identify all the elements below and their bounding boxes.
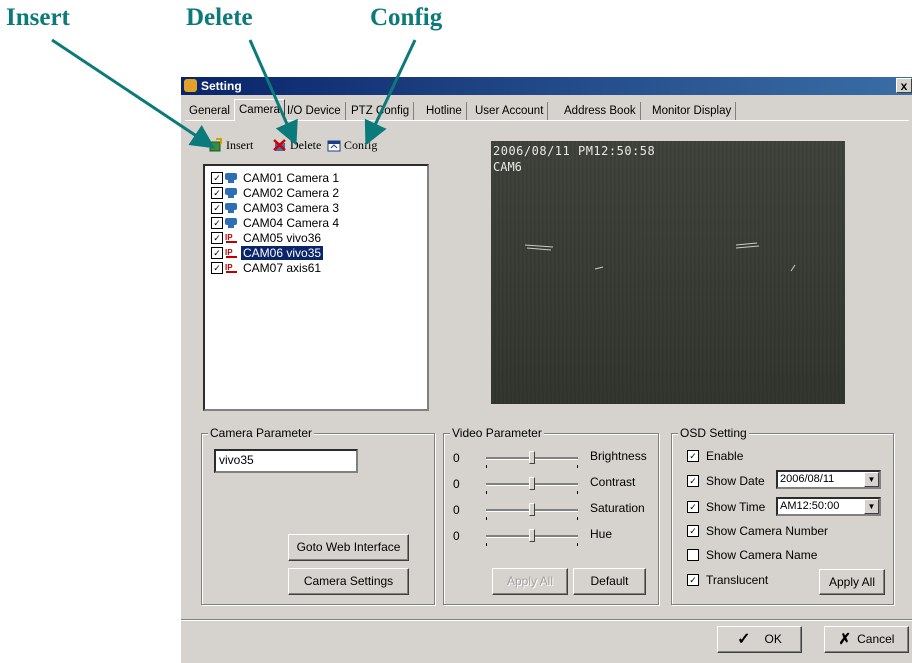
- camera-list[interactable]: ✓ CAM01 Camera 1 ✓ CAM02 Camera 2 ✓ CAM0…: [203, 164, 429, 411]
- tab-ptz-config[interactable]: PTZ Config: [347, 102, 415, 120]
- video-apply-all-button[interactable]: Apply All: [492, 568, 568, 595]
- hue-value: 0: [453, 529, 460, 543]
- osd-show-time[interactable]: ✓ Show Time: [687, 499, 765, 515]
- saturation-value: 0: [453, 503, 460, 517]
- checkbox-icon[interactable]: ✓: [211, 201, 223, 214]
- ip-camera-icon: IP: [225, 232, 240, 243]
- osd-enable[interactable]: ✓ Enable: [687, 448, 743, 464]
- brightness-value: 0: [453, 451, 460, 465]
- title-bar: Setting x: [181, 77, 912, 95]
- osd-show-date[interactable]: ✓ Show Date: [687, 473, 765, 489]
- list-item[interactable]: ✓ CAM04 Camera 4: [211, 215, 341, 230]
- checkbox-icon[interactable]: ✓: [211, 186, 223, 199]
- camera-parameter-legend: Camera Parameter: [208, 426, 315, 440]
- goto-web-interface-button[interactable]: Goto Web Interface: [288, 534, 409, 561]
- delete-button[interactable]: Delete: [273, 137, 321, 153]
- tab-divider: [185, 120, 909, 121]
- tab-hotline[interactable]: Hotline: [422, 102, 467, 120]
- delete-label: Delete: [290, 137, 322, 152]
- tab-io-device[interactable]: I/O Device: [283, 102, 346, 120]
- date-combo[interactable]: 2006/08/11 ▼: [776, 470, 881, 489]
- list-item[interactable]: ✓ CAM01 Camera 1: [211, 170, 341, 185]
- checkbox-icon[interactable]: ✓: [211, 216, 223, 229]
- list-item[interactable]: ✓ CAM02 Camera 2: [211, 185, 341, 200]
- checkbox-icon[interactable]: ✓: [211, 231, 223, 244]
- tab-address-book[interactable]: Address Book: [560, 102, 641, 120]
- show-camera-number-checkbox[interactable]: ✓: [687, 525, 699, 537]
- show-camera-name-checkbox[interactable]: [687, 549, 699, 561]
- camera-icon: [225, 187, 240, 198]
- callout-config: Config: [370, 4, 443, 31]
- checkbox-icon[interactable]: ✓: [211, 261, 223, 274]
- saturation-label: Saturation: [590, 501, 645, 515]
- default-button[interactable]: Default: [573, 568, 646, 595]
- osd-apply-all-button[interactable]: Apply All: [819, 569, 885, 595]
- callout-delete: Delete: [186, 4, 253, 31]
- brightness-slider[interactable]: [486, 451, 578, 468]
- setting-app-icon: [184, 79, 197, 92]
- close-button[interactable]: x: [896, 78, 912, 93]
- x-icon: ✗: [838, 631, 852, 649]
- ip-camera-icon: IP: [225, 262, 240, 273]
- camera-icon: [225, 217, 240, 228]
- tab-user-account[interactable]: User Account: [471, 102, 549, 120]
- osd-setting-legend: OSD Setting: [678, 426, 749, 440]
- show-date-checkbox[interactable]: ✓: [687, 475, 699, 487]
- cancel-button[interactable]: ✗ Cancel: [824, 626, 909, 653]
- video-preview: 2006/08/11 PM12:50:58 CAM6: [491, 141, 845, 404]
- hue-slider[interactable]: [486, 529, 578, 546]
- enable-checkbox[interactable]: ✓: [687, 450, 699, 462]
- osd-show-camera-number[interactable]: ✓ Show Camera Number: [687, 523, 828, 539]
- checkbox-icon[interactable]: ✓: [211, 246, 223, 259]
- video-parameter-legend: Video Parameter: [450, 426, 544, 440]
- svg-text:IP: IP: [225, 248, 233, 257]
- insert-label: Insert: [226, 137, 254, 152]
- brightness-label: Brightness: [590, 449, 647, 463]
- show-time-checkbox[interactable]: ✓: [687, 501, 699, 513]
- ip-camera-icon: IP: [225, 247, 240, 258]
- window-title: Setting: [201, 79, 242, 93]
- camera-settings-button[interactable]: Camera Settings: [288, 568, 409, 595]
- camera-icon: [225, 202, 240, 213]
- tab-monitor-display[interactable]: Monitor Display: [648, 102, 737, 120]
- osd-translucent[interactable]: ✓ Translucent: [687, 572, 768, 588]
- svg-text:IP: IP: [225, 263, 233, 272]
- tab-camera[interactable]: Camera: [234, 99, 285, 121]
- config-button[interactable]: Config: [327, 137, 377, 153]
- checkbox-icon[interactable]: ✓: [211, 171, 223, 184]
- saturation-slider[interactable]: [486, 503, 578, 520]
- camera-name-field[interactable]: vivo35: [214, 449, 358, 473]
- config-label: Config: [344, 137, 378, 152]
- list-item[interactable]: ✓ CAM03 Camera 3: [211, 200, 341, 215]
- osd-show-camera-name[interactable]: Show Camera Name: [687, 547, 817, 563]
- hue-label: Hue: [590, 527, 613, 541]
- contrast-value: 0: [453, 477, 460, 491]
- list-item[interactable]: ✓ IP CAM07 axis61: [211, 260, 323, 275]
- check-icon: ✓: [737, 631, 751, 649]
- tab-general[interactable]: General: [185, 102, 235, 120]
- callout-insert: Insert: [6, 4, 70, 31]
- insert-button[interactable]: Insert: [209, 137, 253, 153]
- config-icon: [327, 138, 341, 152]
- footer-divider: [181, 619, 912, 621]
- delete-icon: [273, 138, 287, 152]
- translucent-checkbox[interactable]: ✓: [687, 574, 699, 586]
- list-item[interactable]: ✓ IP CAM05 vivo36: [211, 230, 323, 245]
- chevron-down-icon[interactable]: ▼: [864, 499, 879, 514]
- contrast-label: Contrast: [590, 475, 636, 489]
- camera-icon: [225, 172, 240, 183]
- ok-button[interactable]: ✓ OK: [717, 626, 802, 653]
- insert-icon: [209, 138, 223, 152]
- list-item[interactable]: ✓ IP CAM06 vivo35: [211, 245, 324, 260]
- contrast-slider[interactable]: [486, 477, 578, 494]
- svg-text:IP: IP: [225, 233, 233, 242]
- chevron-down-icon[interactable]: ▼: [864, 472, 879, 487]
- setting-window: Setting x General Camera I/O Device PTZ …: [180, 76, 912, 663]
- time-combo[interactable]: AM12:50:00 ▼: [776, 497, 881, 516]
